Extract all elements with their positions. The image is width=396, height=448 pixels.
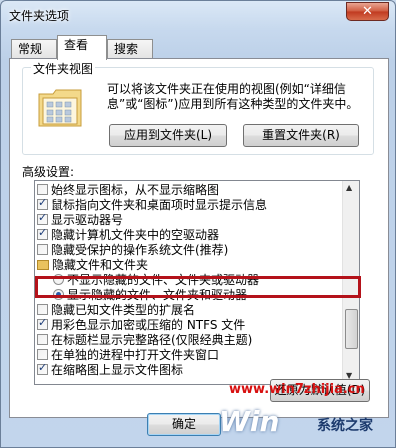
radio-button[interactable] [53,274,64,285]
checkbox[interactable] [37,244,48,255]
window-title: 文件夹选项 [9,9,70,23]
list-item[interactable]: 隐藏受保护的操作系统文件(推荐) [37,243,228,257]
list-item-label: 显示隐藏的文件、文件夹和驱动器 [67,288,248,302]
title-bar: 文件夹选项 ✕ [1,1,395,29]
list-item[interactable]: 隐藏计算机文件夹中的空驱动器 [37,226,220,242]
list-item[interactable]: 显示隐藏的文件、文件夹和驱动器 [53,288,247,302]
radio-button[interactable] [53,289,64,300]
watermark-win-logo: Win [219,405,280,438]
list-item[interactable]: 不显示隐藏的文件、文件夹或驱动器 [53,273,259,287]
list-group-header: 隐藏文件和文件夹 [37,258,148,272]
list-item-label: 隐藏计算机文件夹中的空驱动器 [51,228,220,242]
folder-views-description: 可以将该文件夹正在使用的视图(例如“详细信息”或“图标”)应用到所有这种类型的文… [107,82,359,111]
list-item[interactable]: 用彩色显示加密或压缩的 NTFS 文件 [37,316,246,332]
tab-general[interactable]: 常规 [11,39,57,59]
scrollbar-thumb[interactable] [345,309,358,349]
checkbox[interactable] [37,226,48,240]
apply-to-folders-button[interactable]: 应用到文件夹(L) [109,124,227,147]
list-item[interactable]: 隐藏已知文件类型的扩展名 [37,303,195,317]
watermark-url: www.win7zhijia.cn [229,382,365,397]
advanced-settings-label: 高级设置: [22,165,75,179]
checkbox[interactable] [37,304,48,315]
close-button[interactable]: ✕ [346,2,389,21]
watermark-logo-text: 系统之家 [317,418,373,434]
list-item-label: 隐藏文件和文件夹 [52,258,149,272]
list-item-label: 始终显示图标，从不显示缩略图 [51,183,220,197]
checkbox[interactable] [37,334,48,345]
ok-button[interactable]: 确定 [147,413,221,436]
list-item[interactable]: 鼠标指向文件夹和桌面项时显示提示信息 [37,196,268,212]
list-item-label: 隐藏已知文件类型的扩展名 [51,303,196,317]
list-item-label: 鼠标指向文件夹和桌面项时显示提示信息 [51,198,268,212]
folder-views-icon [37,86,85,130]
checkbox[interactable] [37,349,48,360]
checkbox[interactable] [37,361,48,375]
list-item-label: 在缩略图上显示文件图标 [51,363,184,377]
folder-options-dialog: 文件夹选项 ✕ 常规 查看 搜索 文件夹视图 可以将该文件夹正在使用的视图(例如… [0,0,396,448]
tab-view[interactable]: 查看 [57,35,107,60]
list-item-label: 用彩色显示加密或压缩的 NTFS 文件 [51,318,246,332]
folder-views-title: 文件夹视图 [31,60,96,77]
list-item[interactable]: 在标题栏显示完整路径(仅限经典主题) [37,333,252,347]
scroll-up-icon[interactable]: ▲ [346,183,352,192]
list-item-label: 在单独的进程中打开文件夹窗口 [51,348,220,362]
advanced-settings-list[interactable]: 始终显示图标，从不显示缩略图 鼠标指向文件夹和桌面项时显示提示信息 显示驱动器号… [34,180,360,385]
list-item[interactable]: 显示驱动器号 [37,211,124,227]
folder-views-group: 文件夹视图 可以将该文件夹正在使用的视图(例如“详细信息”或“图标”)应用到所有… [22,60,374,155]
tab-search[interactable]: 搜索 [107,39,153,59]
folder-icon [37,260,49,270]
list-item-label: 在标题栏显示完整路径(仅限经典主题) [51,333,253,347]
checkbox[interactable] [37,316,48,330]
view-tab-panel: 文件夹视图 可以将该文件夹正在使用的视图(例如“详细信息”或“图标”)应用到所有… [9,58,389,418]
vertical-scrollbar[interactable]: ▲ ▼ [342,181,359,384]
checkbox[interactable] [37,211,48,225]
checkbox[interactable] [37,184,48,195]
list-item-label: 不显示隐藏的文件、文件夹或驱动器 [67,273,260,287]
list-item-label: 显示驱动器号 [51,213,124,227]
list-item[interactable]: 在缩略图上显示文件图标 [37,361,184,377]
list-item[interactable]: 在单独的进程中打开文件夹窗口 [37,348,219,362]
reset-folders-button[interactable]: 重置文件夹(R) [243,124,359,147]
list-item-label: 隐藏受保护的操作系统文件(推荐) [51,243,229,257]
list-item[interactable]: 始终显示图标，从不显示缩略图 [37,183,219,197]
checkbox[interactable] [37,196,48,210]
